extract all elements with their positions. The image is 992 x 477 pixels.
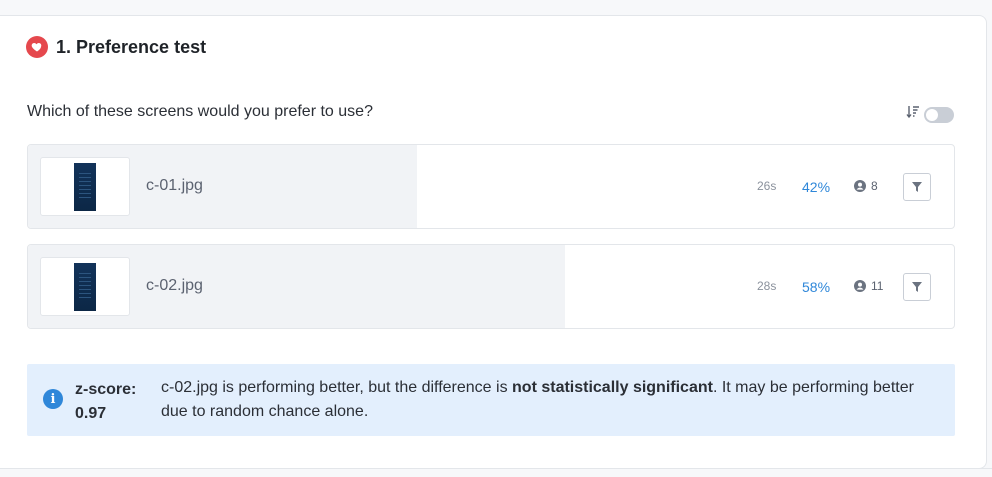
- screen-preview: [74, 263, 96, 311]
- z-score-title: z-score:: [75, 381, 137, 398]
- info-icon: i: [43, 389, 63, 409]
- option-time: 26s: [757, 179, 777, 193]
- test-title: 1. Preference test: [56, 36, 207, 57]
- screen-preview: [74, 163, 96, 211]
- test-question: Which of these screens would you prefer …: [27, 103, 373, 120]
- test-header: 1. Preference test: [26, 36, 206, 58]
- z-score-label: z-score: 0.97: [75, 378, 136, 426]
- filter-button[interactable]: [903, 173, 931, 201]
- participant-count: 8: [871, 179, 878, 193]
- filter-button[interactable]: [903, 273, 931, 301]
- option-row: c-02.jpg 28s 58% 11: [27, 244, 955, 329]
- sort-descending-icon: [906, 104, 924, 125]
- filter-icon: [912, 182, 922, 192]
- toggle-knob: [926, 108, 938, 121]
- z-score-value: 0.97: [75, 405, 107, 422]
- filter-icon: [912, 282, 922, 292]
- option-participants: 8: [854, 179, 878, 193]
- option-participants: 11: [854, 279, 883, 293]
- option-row: c-01.jpg 26s 42% 8: [27, 144, 955, 229]
- option-percent: 42%: [802, 179, 831, 195]
- option-filename: c-01.jpg: [146, 177, 203, 194]
- significance-message: c-02.jpg is performing better, but the d…: [161, 376, 941, 424]
- sort-toggle[interactable]: [924, 106, 954, 123]
- user-icon: [854, 180, 866, 192]
- message-text: c-02.jpg is performing better, but the d…: [161, 379, 513, 396]
- heart-icon: [26, 36, 48, 58]
- message-emphasis: not statistically significant: [512, 379, 713, 396]
- sort-control: [906, 104, 954, 125]
- participant-count: 11: [871, 279, 884, 293]
- thumbnail[interactable]: [40, 257, 130, 316]
- option-percent: 58%: [802, 279, 831, 295]
- thumbnail[interactable]: [40, 157, 130, 216]
- significance-banner: i z-score: 0.97 c-02.jpg is performing b…: [27, 364, 955, 436]
- option-filename: c-02.jpg: [146, 277, 203, 294]
- option-time: 28s: [757, 279, 777, 293]
- user-icon: [854, 280, 866, 292]
